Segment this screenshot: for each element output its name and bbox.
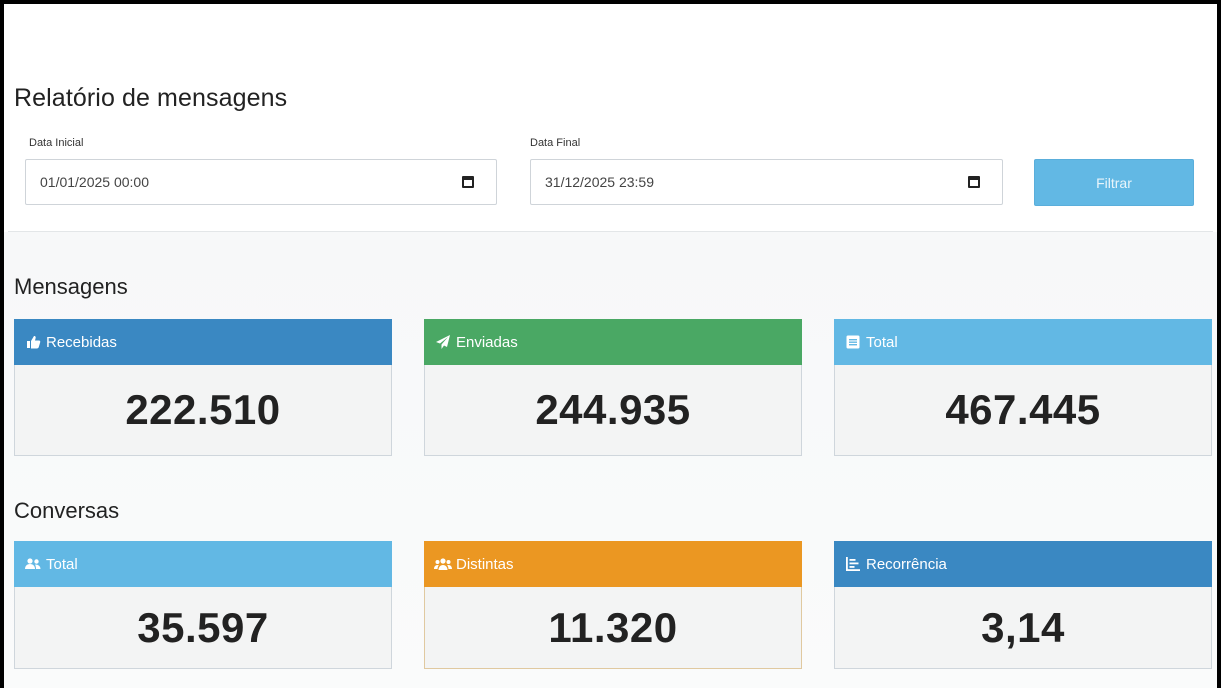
start-date-value: 01/01/2025 00:00 [40, 174, 149, 190]
users-icon [24, 556, 42, 572]
distinct-conversations-header: Distintas [424, 541, 802, 587]
paper-plane-icon [434, 334, 452, 350]
total-card-header: Total [834, 319, 1212, 365]
messages-section-title: Mensagens [14, 274, 128, 299]
recurrence-card-value: 3,14 [981, 603, 1065, 651]
recurrence-card-header: Recorrência [834, 541, 1212, 587]
sent-messages-card: Enviadas 244.935 [424, 319, 802, 456]
total-conversations-header: Total [14, 541, 392, 587]
start-date-label: Data Inicial [29, 137, 84, 149]
total-conversations-card: Total 35.597 [14, 541, 392, 669]
start-date-input[interactable]: 01/01/2025 00:00 [25, 159, 497, 205]
received-messages-card: Recebidas 222.510 [14, 319, 392, 456]
page-title: Relatório de mensagens [14, 84, 288, 112]
sent-card-value: 244.935 [535, 386, 691, 433]
sent-card-header: Enviadas [424, 319, 802, 365]
calendar-icon[interactable] [462, 176, 474, 188]
received-card-value: 222.510 [125, 386, 281, 433]
received-card-label: Recebidas [46, 333, 117, 351]
calendar-icon[interactable] [968, 176, 980, 188]
filter-button[interactable]: Filtrar [1034, 159, 1194, 206]
total-messages-card: Total 467.445 [834, 319, 1212, 456]
total-card-label: Total [866, 333, 898, 351]
bar-chart-icon [844, 556, 862, 572]
distinct-conversations-label: Distintas [456, 555, 514, 573]
end-date-input[interactable]: 31/12/2025 23:59 [530, 159, 1003, 205]
total-conversations-value: 35.597 [137, 603, 269, 651]
received-card-header: Recebidas [14, 319, 392, 365]
thumbs-up-icon [24, 334, 42, 350]
distinct-conversations-value: 11.320 [548, 603, 678, 651]
distinct-conversations-card: Distintas 11.320 [424, 541, 802, 669]
total-conversations-label: Total [46, 555, 78, 573]
group-icon [434, 556, 452, 572]
recurrence-card: Recorrência 3,14 [834, 541, 1212, 669]
report-page: Relatório de mensagens Data Inicial 01/0… [0, 0, 1221, 688]
total-card-value: 467.445 [945, 386, 1101, 433]
sent-card-label: Enviadas [456, 333, 518, 351]
conversations-section-title: Conversas [14, 498, 120, 523]
end-date-value: 31/12/2025 23:59 [545, 174, 654, 190]
end-date-label: Data Final [530, 137, 581, 149]
list-icon [844, 334, 862, 350]
recurrence-card-label: Recorrência [866, 555, 947, 573]
divider [8, 231, 1213, 232]
